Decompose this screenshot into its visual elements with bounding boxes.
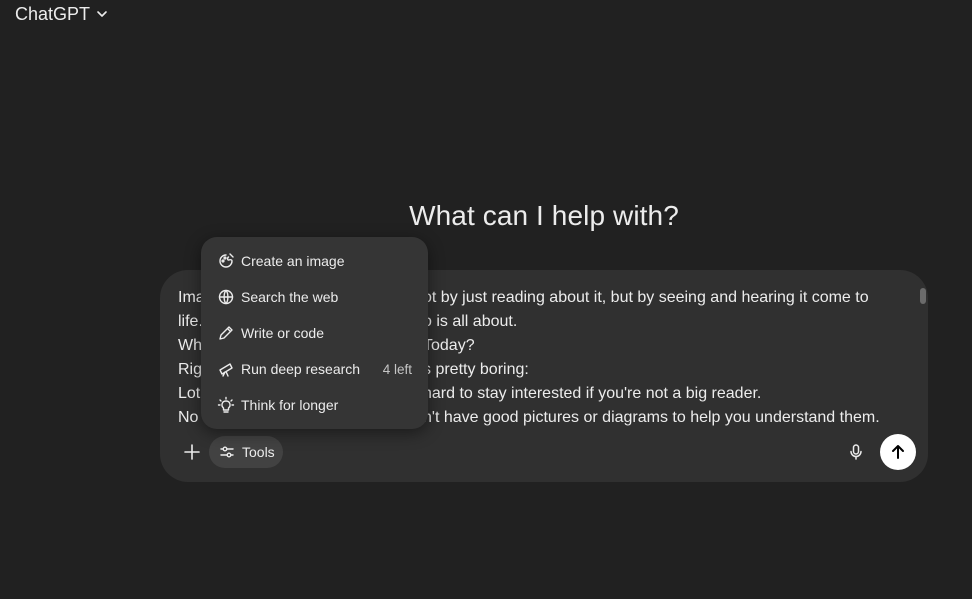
tools-label: Tools <box>242 444 275 460</box>
menu-item-label: Write or code <box>241 325 324 341</box>
menu-item-create-image[interactable]: Create an image <box>201 243 428 279</box>
tools-menu: Create an image Search the web Write or … <box>201 237 428 429</box>
dictate-button[interactable] <box>840 436 872 468</box>
tools-button[interactable]: Tools <box>209 436 283 468</box>
arrow-up-icon <box>892 445 904 459</box>
prompt-fragment-3: Today? <box>423 337 475 354</box>
telescope-icon <box>217 360 235 378</box>
menu-item-label: Run deep research <box>241 361 361 377</box>
image-palette-icon <box>217 252 235 270</box>
add-attachment-button[interactable] <box>176 436 208 468</box>
prompt-fragment-2: o is all about. <box>423 313 518 330</box>
globe-icon <box>217 288 235 306</box>
scrollbar-thumb[interactable] <box>920 288 926 304</box>
prompt-text-visible: ot by just reading about it, but by seei… <box>423 286 903 430</box>
menu-item-label: Think for longer <box>241 397 339 413</box>
menu-item-label: Search the web <box>241 289 339 305</box>
usage-badge: 4 left <box>382 361 412 377</box>
menu-item-write-code[interactable]: Write or code <box>201 315 428 351</box>
microphone-icon <box>850 444 862 460</box>
menu-item-think-longer[interactable]: Think for longer <box>201 387 428 423</box>
send-button[interactable] <box>880 434 916 470</box>
sliders-icon <box>220 446 234 458</box>
page-title: What can I help with? <box>409 200 679 231</box>
prompt-fragment-4: s pretty boring: <box>423 361 529 378</box>
menu-item-search-web[interactable]: Search the web <box>201 279 428 315</box>
menu-item-deep-research[interactable]: Run deep research 4 left <box>201 351 428 387</box>
lightbulb-icon <box>217 396 235 414</box>
menu-item-label: Create an image <box>241 253 345 269</box>
prompt-fragment-1: ot by just reading about it, but by seei… <box>423 289 869 306</box>
model-switcher[interactable]: ChatGPT <box>15 3 108 25</box>
pen-icon <box>217 324 235 342</box>
model-name: ChatGPT <box>15 3 91 24</box>
prompt-scrollbar[interactable] <box>920 288 926 430</box>
plus-icon <box>184 444 200 460</box>
prompt-fragment-6: n't have good pictures or diagrams to he… <box>423 409 880 426</box>
prompt-fragment-5: hard to stay interested if you're not a … <box>423 385 762 402</box>
chevron-down-icon <box>97 11 107 17</box>
